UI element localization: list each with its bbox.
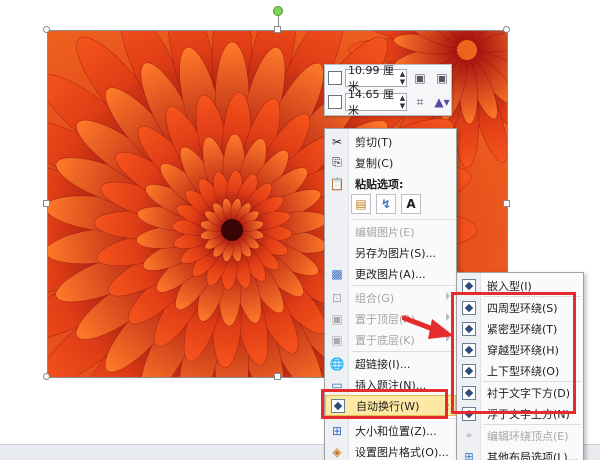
edit-wrap-points-icon: ⌖ bbox=[465, 428, 473, 442]
crop-icon[interactable]: ⌗ bbox=[411, 93, 429, 111]
menu-item-size-position[interactable]: ⊞ 大小和位置(Z)... bbox=[325, 420, 456, 441]
resize-handle-bottom[interactable] bbox=[274, 373, 281, 380]
rotate-handle[interactable] bbox=[273, 6, 283, 16]
change-picture-icon: ▩ bbox=[331, 266, 343, 281]
paste-merge-format-icon[interactable]: ↯ bbox=[376, 194, 396, 214]
menu-item-save-as-picture[interactable]: 另存为图片(S)... bbox=[325, 242, 456, 263]
size-mini-toolbar: 10.99 厘米 ▲ ▼ ▣ ▣ 14.65 厘米 ▲ ▼ ⌗ ▲▾ bbox=[324, 64, 452, 117]
submenu-arrow-icon bbox=[446, 292, 450, 300]
wrap-option-edit-wrap-points[interactable]: ⌖ 编辑环绕顶点(E) bbox=[457, 425, 583, 446]
scissors-icon: ✂ bbox=[331, 134, 343, 149]
copy-icon: ⎘ bbox=[332, 155, 342, 169]
bring-to-front-icon: ▣ bbox=[331, 311, 343, 326]
menu-item-cut-label: 剪切(T) bbox=[355, 135, 393, 149]
clipboard-icon: 📋 bbox=[329, 176, 345, 191]
paste-options-row: ▤ ↯ A bbox=[351, 194, 421, 216]
send-to-back-icon: ▣ bbox=[331, 332, 343, 347]
menu-item-format-picture-label: 设置图片格式(O)... bbox=[355, 445, 449, 459]
shape-width-value: 14.65 厘米 bbox=[348, 88, 394, 117]
height-spinner-icon[interactable]: ▲ ▼ bbox=[399, 70, 406, 86]
highlight-box-wrap-text bbox=[321, 389, 448, 419]
menu-item-edit-picture-label: 编辑图片(E) bbox=[355, 225, 415, 239]
menu-item-change-picture[interactable]: ▩ 更改图片(A)... bbox=[325, 263, 456, 284]
height-row: 10.99 厘米 ▲ ▼ ▣ ▣ bbox=[328, 64, 451, 93]
menu-item-cut[interactable]: ✂ 剪切(T) bbox=[325, 131, 456, 152]
resize-handle-bottom-left[interactable] bbox=[43, 373, 50, 380]
menu-item-copy[interactable]: ⎘ 复制(C) bbox=[325, 152, 456, 173]
wrap-option-more-layout[interactable]: ⊞ 其他布局选项(L)... bbox=[457, 446, 583, 460]
shape-height-icon bbox=[328, 71, 342, 85]
resize-handle-top[interactable] bbox=[274, 26, 281, 33]
wrap-option-more-layout-label: 其他布局选项(L)... bbox=[487, 450, 579, 460]
picture-style-icon[interactable]: ▲▾ bbox=[433, 93, 451, 111]
menu-item-hyperlink-label: 超链接(I)... bbox=[355, 357, 411, 371]
resize-handle-right[interactable] bbox=[503, 200, 510, 207]
menu-item-size-position-label: 大小和位置(Z)... bbox=[355, 424, 437, 438]
menu-item-copy-label: 复制(C) bbox=[355, 156, 394, 170]
width-spinner-icon[interactable]: ▲ ▼ bbox=[399, 94, 406, 110]
highlight-box-wrap-options bbox=[451, 292, 576, 414]
paste-text-only-button[interactable]: A bbox=[401, 194, 421, 214]
resize-handle-top-right[interactable] bbox=[503, 26, 510, 33]
paste-options-header: 📋 粘贴选项: bbox=[325, 173, 456, 194]
hyperlink-icon: 🌐 bbox=[329, 356, 345, 371]
format-picture-icon: ◈ bbox=[332, 444, 342, 459]
menu-item-format-picture[interactable]: ◈ 设置图片格式(O)... bbox=[325, 441, 456, 460]
paste-options-label: 粘贴选项: bbox=[355, 177, 404, 191]
shape-height-input[interactable]: 10.99 厘米 ▲ ▼ bbox=[345, 64, 407, 93]
menu-separator bbox=[351, 285, 455, 286]
width-row: 14.65 厘米 ▲ ▼ ⌗ ▲▾ bbox=[328, 88, 451, 117]
menu-item-group-label: 组合(G) bbox=[355, 291, 395, 305]
bring-forward-icon[interactable]: ▣ bbox=[411, 69, 429, 87]
group-icon: ⊡ bbox=[331, 290, 343, 305]
layout-options-icon: ⊞ bbox=[464, 450, 474, 460]
resize-handle-left[interactable] bbox=[43, 200, 50, 207]
menu-item-change-picture-label: 更改图片(A)... bbox=[355, 267, 426, 281]
paste-keep-format-icon[interactable]: ▤ bbox=[351, 194, 371, 214]
shape-width-input[interactable]: 14.65 厘米 ▲ ▼ bbox=[345, 88, 407, 117]
resize-handle-top-left[interactable] bbox=[43, 26, 50, 33]
menu-separator bbox=[351, 351, 455, 352]
menu-item-edit-picture[interactable]: 编辑图片(E) bbox=[325, 221, 456, 242]
menu-item-hyperlink[interactable]: 🌐 超链接(I)... bbox=[325, 353, 456, 374]
menu-item-group[interactable]: ⊡ 组合(G) bbox=[325, 287, 456, 308]
red-arrow-icon bbox=[402, 315, 454, 339]
wrap-option-edit-wrap-points-label: 编辑环绕顶点(E) bbox=[487, 429, 569, 443]
send-backward-icon[interactable]: ▣ bbox=[433, 69, 451, 87]
menu-separator bbox=[351, 219, 455, 220]
menu-item-save-as-picture-label: 另存为图片(S)... bbox=[355, 246, 437, 260]
size-position-icon: ⊞ bbox=[331, 423, 343, 438]
shape-width-icon bbox=[328, 95, 342, 109]
